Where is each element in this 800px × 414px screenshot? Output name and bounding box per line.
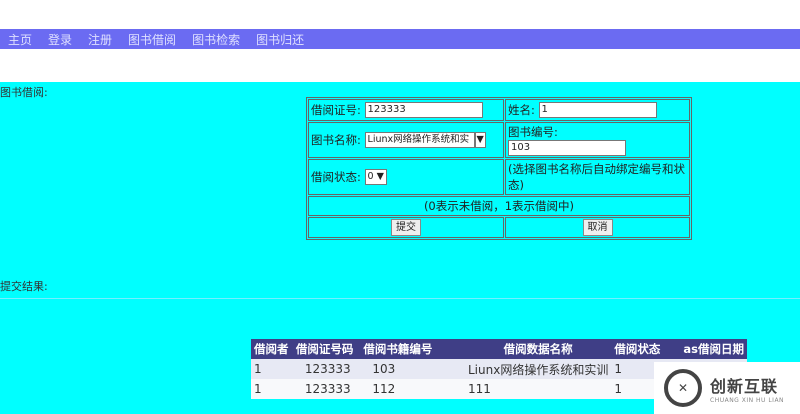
col-date: as借阅日期 [680, 339, 747, 359]
brand-logo-icon: ✕ [664, 369, 702, 407]
cell-card-number: 123333 [292, 359, 361, 379]
book-name-value: Liunx网络操作系统和实 [367, 134, 470, 146]
nav-login-link[interactable]: 登录 [48, 33, 72, 47]
result-section-label: 提交结果: [0, 280, 48, 293]
borrow-form-table: 借阅证号: 123333 姓名: 1 图书名称: Liunx网络操作系统和实 ▼ … [306, 97, 692, 240]
cell-borrower: 1 [251, 359, 293, 379]
col-book-name: 借阅数据名称 [464, 339, 612, 359]
brand-name: 创新互联 [710, 376, 779, 396]
book-name-label: 图书名称: [311, 132, 361, 147]
brand-subtitle: CHUANG XIN HU LIAN [710, 396, 785, 404]
chevron-down-icon: ▼ [376, 171, 384, 183]
nav-register-link[interactable]: 注册 [88, 33, 112, 47]
nav-borrow-link[interactable]: 图书借阅 [128, 33, 176, 47]
book-number-input[interactable]: 103 [508, 140, 626, 156]
borrow-section-label: 图书借阅: [0, 86, 48, 99]
status-select[interactable]: 0 ▼ [364, 169, 387, 186]
status-note: (0表示未借阅，1表示借阅中) [308, 196, 690, 216]
status-value: 0 [367, 171, 374, 183]
section-divider [0, 298, 800, 299]
name-input[interactable]: 1 [538, 102, 657, 119]
top-nav-bar: 主页 登录 注册 图书借阅 图书检索 图书归还 [0, 29, 800, 49]
submit-button[interactable]: 提交 [391, 219, 421, 236]
cancel-button[interactable]: 取消 [582, 219, 613, 236]
status-label: 借阅状态: [311, 169, 361, 184]
cell-card-number: 123333 [292, 379, 361, 399]
card-number-input[interactable]: 123333 [364, 102, 483, 119]
cell-book-number: 103 [360, 359, 465, 379]
cell-borrower: 1 [251, 379, 293, 399]
nav-return-link[interactable]: 图书归还 [256, 33, 304, 47]
book-name-select[interactable]: Liunx网络操作系统和实 [364, 132, 475, 149]
name-label: 姓名: [508, 102, 535, 117]
col-book-number: 借阅书籍编号 [360, 339, 465, 359]
cell-book-number: 112 [360, 379, 465, 399]
table-header-row: 借阅者 借阅证号码 借阅书籍编号 借阅数据名称 借阅状态 as借阅日期 [251, 339, 747, 359]
brand-watermark: ✕ 创新互联 CHUANG XIN HU LIAN [654, 362, 800, 414]
col-status: 借阅状态 [611, 339, 681, 359]
col-card-number: 借阅证号码 [292, 339, 361, 359]
col-borrower: 借阅者 [251, 339, 293, 359]
book-number-label: 图书编号: [508, 125, 558, 139]
cell-book-name: Liunx网络操作系统和实训 [464, 359, 612, 379]
main-nav: 主页 登录 注册 图书借阅 图书检索 图书归还 [0, 29, 800, 49]
cell-book-name: 111 [464, 379, 612, 399]
nav-search-link[interactable]: 图书检索 [192, 33, 240, 47]
card-number-label: 借阅证号: [311, 102, 361, 117]
chevron-down-icon: ▼ [474, 132, 486, 149]
auto-bind-hint: (选择图书名称后自动绑定编号和状态) [505, 159, 690, 195]
nav-home-link[interactable]: 主页 [8, 33, 32, 47]
